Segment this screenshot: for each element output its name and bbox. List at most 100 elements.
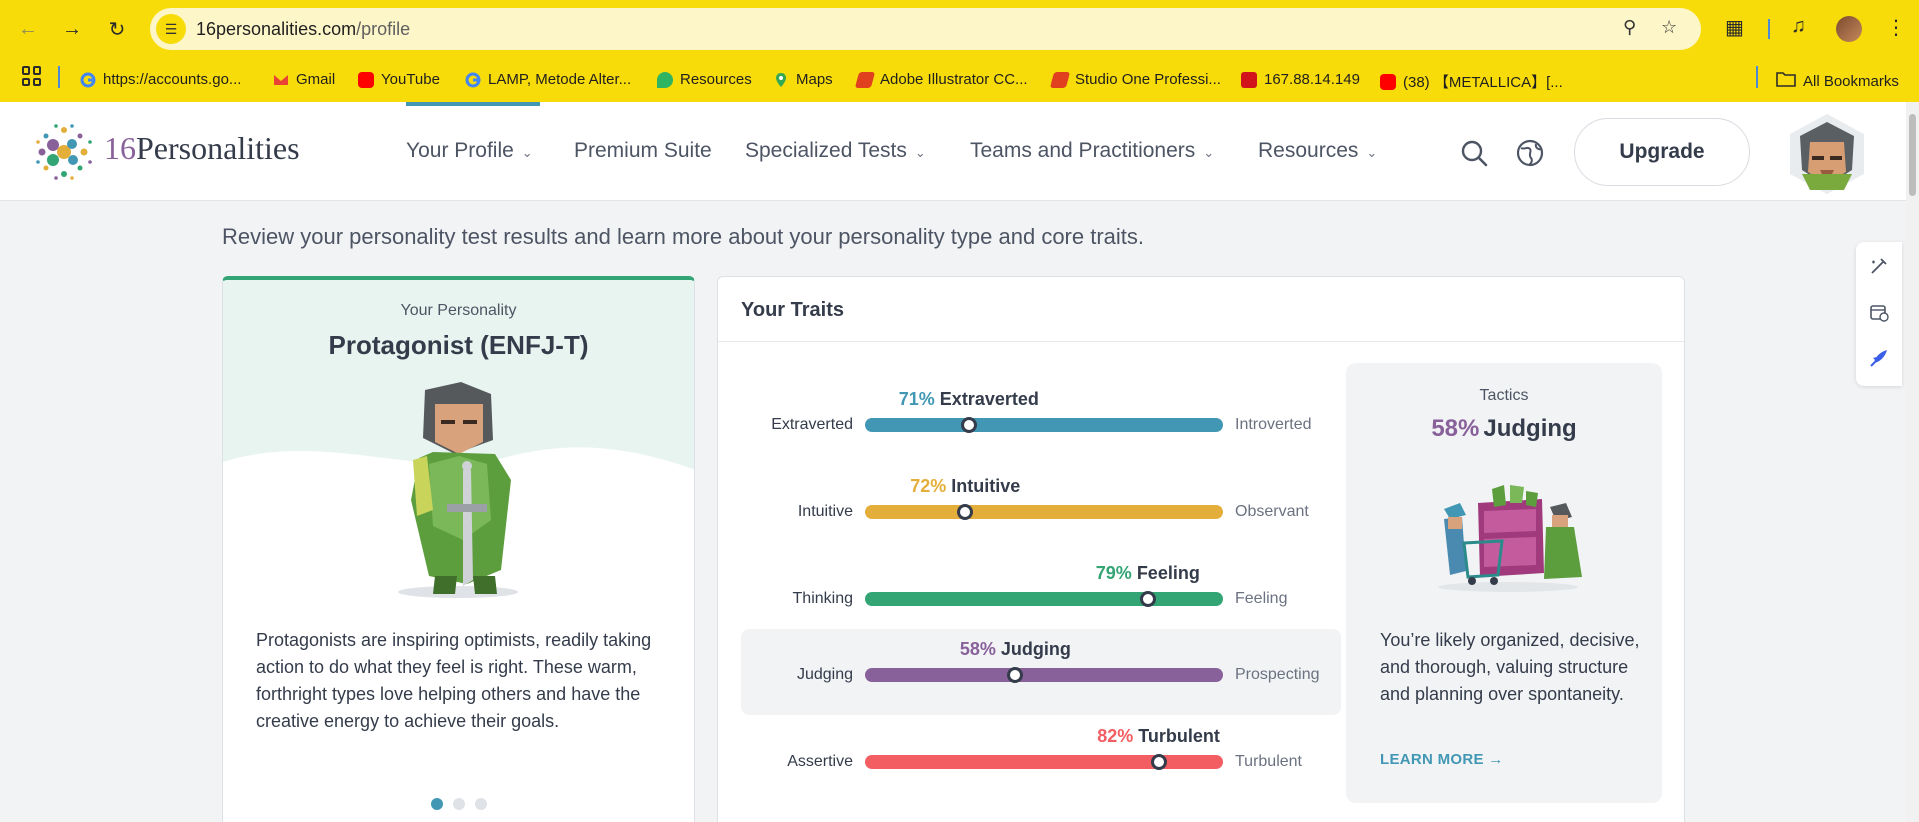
star-icon[interactable]: ☆ [1661, 17, 1677, 38]
personality-title: Protagonist (ENFJ-T) [328, 330, 589, 360]
nav-your-profile[interactable]: Your Profile ⌄ [406, 139, 533, 163]
trait-left-label: Assertive [787, 753, 853, 770]
trait-percentage: 58% Judging [959, 639, 1071, 659]
carousel-dot[interactable] [475, 798, 487, 810]
logo-icon[interactable] [32, 120, 96, 184]
carousel-dot[interactable] [453, 798, 465, 810]
trait-slider-knob [1150, 754, 1167, 770]
browser-toolbar: ← → ↻ ☰ 16personalities.com/profile ⚲ ☆ … [0, 0, 1919, 58]
url-text[interactable]: 16personalities.com/profile [196, 19, 410, 40]
page-scrollbar[interactable] [1906, 102, 1919, 822]
bookmarks-divider [1756, 66, 1758, 88]
globe-icon[interactable] [1515, 138, 1545, 168]
floating-toolbar [1856, 242, 1902, 386]
bookmark-item[interactable]: YouTube [358, 71, 440, 88]
carousel-dots [431, 798, 487, 810]
personality-description: Protagonists are inspiring optimists, re… [256, 630, 652, 731]
rocket-icon[interactable] [1869, 348, 1889, 368]
carousel-dot[interactable] [431, 798, 443, 810]
bookmarks-divider [58, 66, 60, 88]
personality-card: Your Personality Protagonist (ENFJ-T) Pr… [222, 276, 695, 822]
trait-right-label: Prospecting [1235, 666, 1320, 683]
bookmark-item[interactable]: Maps [773, 71, 833, 88]
chevron-down-icon: ⌄ [1203, 145, 1215, 160]
arrow-right-icon: → [1488, 751, 1504, 768]
calendar-icon[interactable] [1869, 302, 1889, 322]
bookmark-item[interactable]: Gmail [273, 71, 335, 88]
nav-active-indicator [406, 102, 540, 106]
trait-percentage: 71% Extraverted [898, 389, 1039, 409]
learn-more-link[interactable]: LEARN MORE → [1380, 751, 1504, 768]
trait-bar[interactable] [865, 592, 1223, 606]
trait-right-label: Turbulent [1235, 753, 1302, 770]
trait-slider-knob [1139, 591, 1156, 607]
scrollbar-thumb[interactable] [1909, 114, 1916, 196]
divider [718, 341, 1684, 342]
nav-teams-practitioners[interactable]: Teams and Practitioners ⌄ [970, 139, 1214, 163]
bookmark-item[interactable]: Adobe Illustrator CC... [854, 71, 1028, 88]
trait-right-label: Introverted [1235, 416, 1312, 433]
bookmark-item[interactable]: Studio One Professi... [1049, 71, 1221, 88]
folder-icon [1776, 71, 1796, 91]
bookmark-item[interactable]: 167.88.14.149 [1241, 71, 1360, 88]
nav-resources[interactable]: Resources ⌄ [1258, 139, 1377, 163]
youtube-icon [358, 71, 374, 88]
tactics-label: Tactics [1479, 387, 1529, 404]
bookmark-icon [854, 71, 876, 88]
edit-icon[interactable] [1869, 256, 1889, 276]
maps-icon [773, 72, 789, 88]
search-icon[interactable] [1459, 138, 1489, 168]
logo-wordmark[interactable]: 16Personalities [104, 130, 300, 167]
gmail-icon [273, 72, 289, 88]
trait-bar[interactable] [865, 505, 1223, 519]
toolbar-divider [1768, 19, 1770, 39]
tactics-title: 58% Judging [1431, 415, 1577, 442]
bookmark-item[interactable]: Resources [657, 71, 752, 88]
trait-bar[interactable] [865, 668, 1223, 682]
bookmark-item[interactable]: (38) 【METALLICA】[... [1380, 71, 1563, 92]
all-bookmarks-button[interactable]: All Bookmarks [1776, 71, 1899, 91]
youtube-icon [1380, 73, 1396, 90]
address-bar[interactable]: ☰ 16personalities.com/profile ⚲ ☆ [150, 8, 1701, 50]
extensions-icon[interactable]: ▦ [1725, 15, 1744, 40]
tactics-panel: Tactics 58% Judging You’re likely organiz… [1346, 363, 1662, 803]
trait-left-label: Extraverted [771, 416, 853, 433]
google-icon [465, 72, 481, 88]
pdf-icon [657, 71, 673, 88]
site-header: 16Personalities Your Profile ⌄ Premium Su… [0, 102, 1919, 201]
forward-icon[interactable]: → [58, 15, 86, 43]
avatar[interactable] [1782, 112, 1872, 194]
nav-specialized-tests[interactable]: Specialized Tests ⌄ [745, 139, 926, 163]
zoom-icon[interactable]: ⚲ [1623, 17, 1636, 38]
trait-slider-knob [960, 417, 977, 433]
tactics-description: You’re likely organized, decisive, and t… [1380, 630, 1640, 704]
trait-bar[interactable] [865, 418, 1223, 432]
nav-premium-suite[interactable]: Premium Suite [574, 139, 712, 163]
upgrade-button[interactable]: Upgrade [1574, 118, 1750, 186]
trait-percentage: 79% Feeling [1095, 563, 1200, 583]
google-icon [80, 72, 96, 88]
personality-label: Your Personality [400, 302, 517, 319]
apps-icon[interactable] [22, 66, 42, 86]
reload-icon[interactable]: ↻ [103, 15, 131, 43]
chevron-down-icon: ⌄ [914, 145, 926, 160]
browser-profile-avatar[interactable] [1836, 16, 1862, 42]
protagonist-illustration [398, 382, 518, 598]
trait-percentage: 72% Intuitive [910, 476, 1021, 496]
bookmark-item[interactable]: https://accounts.go... [80, 71, 241, 88]
bookmark-icon [1241, 71, 1257, 88]
browser-menu-icon[interactable]: ⋮ [1886, 15, 1906, 40]
trait-left-label: Intuitive [797, 503, 853, 520]
back-icon[interactable]: ← [14, 15, 42, 43]
media-icon[interactable]: ♫ [1791, 15, 1806, 38]
trait-left-label: Judging [796, 666, 853, 683]
trait-bar[interactable] [865, 755, 1223, 769]
chevron-down-icon: ⌄ [521, 145, 533, 160]
bookmark-icon [1049, 71, 1071, 88]
trait-percentage: 82% Turbulent [1097, 726, 1220, 746]
trait-right-label: Observant [1235, 503, 1309, 520]
trait-left-label: Thinking [792, 590, 853, 607]
traits-title: Your Traits [741, 299, 844, 321]
site-info-icon[interactable]: ☰ [156, 14, 186, 44]
bookmark-item[interactable]: LAMP, Metode Alter... [465, 71, 631, 88]
